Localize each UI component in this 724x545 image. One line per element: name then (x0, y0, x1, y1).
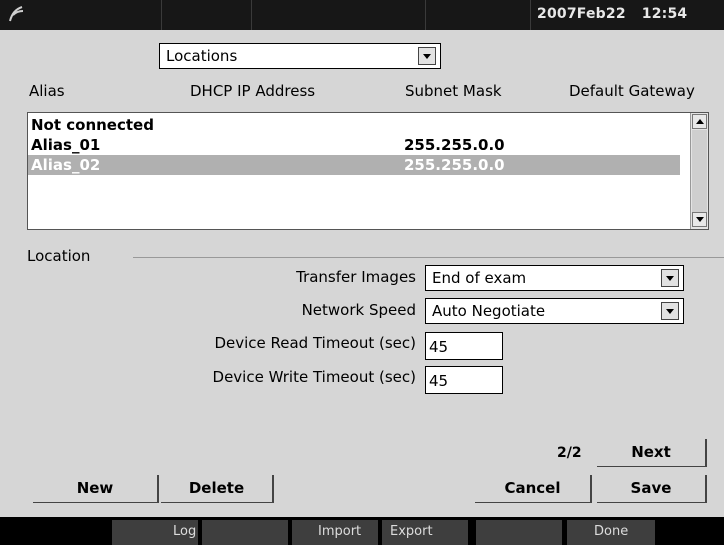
transfer-images-label: Transfer Images (296, 268, 416, 286)
list-item-subnet: 255.255.0.0 (404, 136, 505, 154)
transfer-images-value: End of exam (432, 269, 527, 287)
top-cell (0, 0, 162, 30)
scrollbar-track[interactable] (692, 130, 707, 212)
blank-softkey[interactable] (476, 520, 562, 545)
export-softkey[interactable]: Export (382, 520, 468, 545)
column-header-subnet: Subnet Mask (405, 82, 502, 100)
list-item-alias: Alias_01 (31, 136, 101, 154)
cancel-button[interactable]: Cancel (475, 475, 592, 503)
save-button[interactable]: Save (597, 475, 707, 503)
list-item-alias: Not connected (31, 116, 154, 134)
list-scrollbar[interactable] (690, 113, 708, 229)
write-timeout-field[interactable]: 45 (425, 366, 503, 394)
list-item[interactable]: Not connected (28, 115, 680, 135)
network-speed-value: Auto Negotiate (432, 302, 546, 320)
read-timeout-field[interactable]: 45 (425, 332, 503, 360)
chevron-down-icon[interactable] (418, 47, 436, 65)
location-section-title: Location (27, 247, 91, 265)
top-cell (426, 0, 531, 30)
list-item-subnet: 255.255.0.0 (404, 156, 505, 174)
new-button[interactable]: New (33, 475, 159, 503)
section-divider (133, 257, 724, 258)
transfer-images-select[interactable]: End of exam (425, 265, 684, 291)
column-header-dhcp: DHCP IP Address (190, 82, 316, 100)
date-text: 2007Feb22 (537, 6, 626, 22)
top-status-bar: 2007Feb22 12:54 (0, 0, 724, 30)
page-indicator: 2/2 (557, 445, 582, 461)
config-panel: Locations Alias DHCP IP Address Subnet M… (0, 30, 724, 517)
chevron-down-icon[interactable] (661, 269, 679, 287)
blank-softkey[interactable] (202, 520, 288, 545)
scroll-down-icon[interactable] (692, 212, 707, 227)
column-header-gateway: Default Gateway (569, 82, 695, 100)
top-cell (162, 0, 252, 30)
date-time-readout: 2007Feb22 12:54 (537, 6, 687, 22)
write-timeout-label: Device Write Timeout (sec) (212, 368, 416, 386)
locations-select-value: Locations (166, 47, 238, 65)
next-button[interactable]: Next (597, 439, 707, 467)
location-list[interactable]: Not connected Alias_01 255.255.0.0 Alias… (27, 112, 709, 230)
log-softkey[interactable]: Log (112, 520, 198, 545)
chevron-down-icon[interactable] (661, 302, 679, 320)
read-timeout-label: Device Read Timeout (sec) (214, 334, 416, 352)
softkey-bar: Log Import Export Done (0, 517, 724, 545)
top-cell (252, 0, 426, 30)
list-item-selected[interactable]: Alias_02 255.255.0.0 (28, 155, 680, 175)
list-item-alias: Alias_02 (31, 156, 101, 174)
done-softkey[interactable]: Done (567, 520, 655, 545)
network-speed-select[interactable]: Auto Negotiate (425, 298, 684, 324)
import-softkey[interactable]: Import (292, 520, 378, 545)
list-item[interactable]: Alias_01 255.255.0.0 (28, 135, 680, 155)
network-speed-label: Network Speed (301, 301, 416, 319)
scroll-up-icon[interactable] (692, 114, 707, 129)
column-header-alias: Alias (29, 82, 65, 100)
time-text: 12:54 (641, 6, 688, 22)
delete-button[interactable]: Delete (161, 475, 274, 503)
locations-select[interactable]: Locations (159, 43, 441, 69)
